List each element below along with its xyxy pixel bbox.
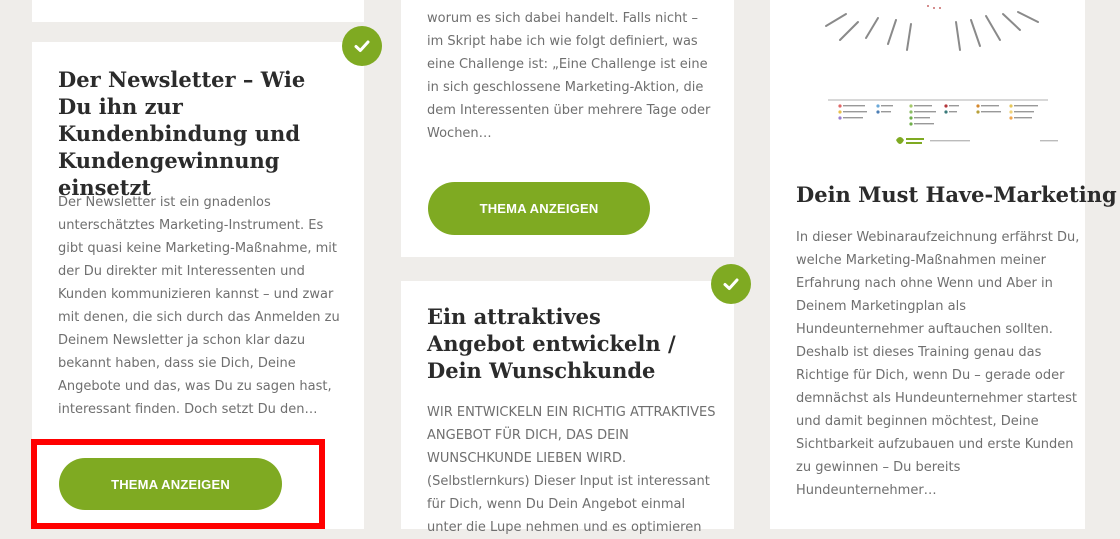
- mindmap-graphic: [825, 5, 1058, 144]
- card-offer: Ein attraktives Angebot entwickeln / Dei…: [401, 281, 734, 535]
- completed-badge: [342, 26, 382, 66]
- card-title[interactable]: Der Newsletter – Wie Du ihn zur Kundenbi…: [58, 66, 318, 201]
- card-must-have-marketing: Dein Must Have-Marketing In dieser Webin…: [770, 0, 1117, 529]
- card-image[interactable]: [808, 0, 1068, 158]
- show-topic-button[interactable]: THEMA ANZEIGEN: [59, 458, 282, 510]
- completed-badge: [711, 264, 751, 304]
- card-excerpt: Der Newsletter ist ein gnadenlos untersc…: [58, 195, 340, 417]
- card-partial-top-left: [32, 0, 364, 22]
- check-icon: [354, 40, 370, 52]
- card-title[interactable]: Dein Must Have-Marketing: [796, 181, 1117, 208]
- card-title[interactable]: Ein attraktives Angebot entwickeln / Dei…: [427, 303, 697, 384]
- card-excerpt: WIR ENTWICKELN EIN RICHTIG ATTRAKTIVES A…: [427, 405, 716, 535]
- logo-graphic: [896, 137, 1058, 144]
- card-excerpt: worum es sich dabei handelt. Falls nicht…: [427, 11, 711, 141]
- card-excerpt: In dieser Webinaraufzeichnung erfährst D…: [796, 230, 1080, 498]
- check-icon: [723, 278, 739, 290]
- show-topic-button[interactable]: THEMA ANZEIGEN: [428, 182, 650, 235]
